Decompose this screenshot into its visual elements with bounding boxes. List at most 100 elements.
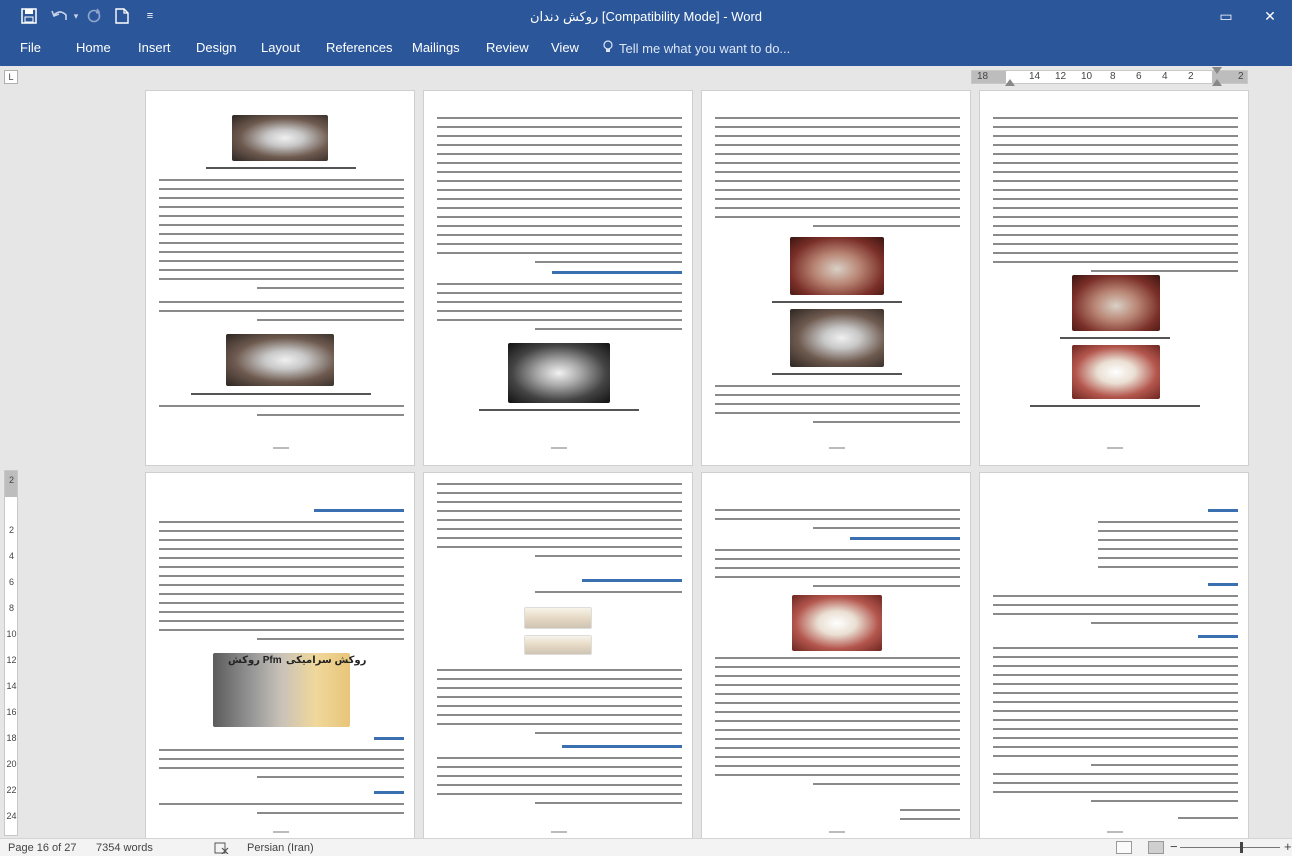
document-page[interactable]: روکش Pfm روکش سرامیکی 13 bbox=[145, 472, 415, 838]
text-line bbox=[993, 252, 1238, 254]
document-page[interactable]: 16 bbox=[979, 472, 1249, 838]
text-line bbox=[159, 566, 404, 568]
text-line bbox=[437, 292, 682, 294]
text-line bbox=[993, 216, 1238, 218]
text-line bbox=[715, 117, 960, 119]
text-line bbox=[715, 162, 960, 164]
page-number: 15 bbox=[829, 831, 845, 833]
vertical-ruler[interactable]: 2 2 4 6 8 10 12 14 16 18 20 22 24 bbox=[4, 470, 18, 836]
zoom-out-icon[interactable]: − bbox=[1170, 839, 1178, 854]
document-page[interactable]: 9 bbox=[145, 90, 415, 466]
close-icon[interactable]: ✕ bbox=[1247, 0, 1292, 32]
text-line bbox=[159, 584, 404, 586]
text-line bbox=[993, 613, 1238, 615]
zoom-slider-knob[interactable] bbox=[1240, 842, 1243, 853]
right-indent-marker[interactable] bbox=[1212, 79, 1222, 86]
ruler-strip[interactable]: 18 14 12 10 8 6 4 2 2 bbox=[971, 67, 1248, 86]
text-line bbox=[813, 527, 960, 529]
tab-review[interactable]: Review bbox=[486, 40, 529, 55]
zoom-in-icon[interactable]: + bbox=[1284, 839, 1292, 854]
left-indent-marker[interactable] bbox=[1005, 79, 1015, 86]
text-line bbox=[437, 528, 682, 530]
text-line bbox=[813, 585, 960, 587]
word-count[interactable]: 7354 words bbox=[96, 842, 153, 854]
text-line bbox=[993, 737, 1238, 739]
text-line bbox=[159, 301, 404, 303]
text-line bbox=[437, 153, 682, 155]
figure-image bbox=[790, 237, 884, 295]
page-counter[interactable]: Page 16 of 27 bbox=[8, 842, 77, 854]
page-number: 10 bbox=[551, 447, 567, 449]
document-page[interactable]: 14 bbox=[423, 472, 693, 838]
tab-references[interactable]: References bbox=[326, 40, 392, 55]
text-line bbox=[159, 310, 404, 312]
text-line bbox=[437, 793, 682, 795]
text-line bbox=[159, 803, 404, 805]
title-bar: ▾ ≡ روکش دندان [Compatibility Mode] - Wo… bbox=[0, 0, 1292, 32]
text-line bbox=[715, 216, 960, 218]
text-line bbox=[437, 171, 682, 173]
document-page[interactable]: 12 bbox=[979, 90, 1249, 466]
text-line bbox=[159, 539, 404, 541]
text-line bbox=[437, 510, 682, 512]
text-line bbox=[993, 153, 1238, 155]
tab-insert[interactable]: Insert bbox=[138, 40, 171, 55]
tab-design[interactable]: Design bbox=[196, 40, 236, 55]
language-indicator[interactable]: Persian (Iran) bbox=[247, 842, 314, 854]
tab-mailings[interactable]: Mailings bbox=[412, 40, 460, 55]
tab-file[interactable]: File bbox=[20, 40, 41, 55]
text-line bbox=[1060, 337, 1170, 339]
text-line bbox=[159, 767, 404, 769]
text-line bbox=[159, 557, 404, 559]
text-line bbox=[1098, 557, 1238, 559]
text-line bbox=[715, 756, 960, 758]
document-page[interactable]: 15 bbox=[701, 472, 971, 838]
document-page[interactable]: 11 bbox=[701, 90, 971, 466]
text-line bbox=[993, 773, 1238, 775]
text-line bbox=[159, 224, 404, 226]
tab-layout[interactable]: Layout bbox=[261, 40, 300, 55]
text-line bbox=[993, 746, 1238, 748]
text-line bbox=[159, 611, 404, 613]
tab-home[interactable]: Home bbox=[76, 40, 111, 55]
text-line bbox=[993, 782, 1238, 784]
print-layout-icon[interactable] bbox=[1148, 841, 1164, 854]
text-line bbox=[191, 393, 371, 395]
tab-view[interactable]: View bbox=[551, 40, 579, 55]
read-mode-icon[interactable] bbox=[1116, 841, 1132, 854]
text-line bbox=[437, 492, 682, 494]
text-line bbox=[993, 595, 1238, 597]
first-line-indent-marker[interactable] bbox=[1212, 67, 1222, 74]
tell-me-search[interactable]: Tell me what you want to do... bbox=[603, 40, 790, 56]
figure-image bbox=[226, 334, 334, 386]
zoom-slider[interactable] bbox=[1180, 847, 1280, 848]
ribbon-display-options-icon[interactable]: ▭ bbox=[1203, 0, 1249, 32]
page-number: 14 bbox=[551, 831, 567, 833]
proofing-icon[interactable] bbox=[214, 842, 230, 856]
document-area[interactable]: 9 10 11 12 روکش Pfm روکش سرامیکی 13 14 1… bbox=[22, 88, 1292, 838]
text-line bbox=[993, 261, 1238, 263]
text-line bbox=[715, 558, 960, 560]
text-line bbox=[437, 519, 682, 521]
text-line bbox=[437, 162, 682, 164]
text-line bbox=[206, 167, 356, 169]
text-line bbox=[437, 687, 682, 689]
text-line bbox=[715, 189, 960, 191]
text-line bbox=[437, 283, 682, 285]
text-line bbox=[582, 579, 682, 582]
text-line bbox=[535, 732, 682, 734]
text-line bbox=[159, 749, 404, 751]
text-line bbox=[900, 818, 960, 820]
text-line bbox=[437, 126, 682, 128]
text-line bbox=[257, 287, 404, 289]
ribbon-tabs: File Home Insert Design Layout Reference… bbox=[0, 32, 1292, 66]
document-page[interactable]: 10 bbox=[423, 90, 693, 466]
tab-selector[interactable]: L bbox=[4, 70, 18, 84]
text-line bbox=[437, 216, 682, 218]
figure-image bbox=[792, 595, 882, 651]
horizontal-ruler[interactable]: L 18 14 12 10 8 6 4 2 2 bbox=[0, 66, 1292, 88]
text-line bbox=[159, 233, 404, 235]
text-line bbox=[535, 802, 682, 804]
text-line bbox=[159, 405, 404, 407]
text-line bbox=[993, 198, 1238, 200]
